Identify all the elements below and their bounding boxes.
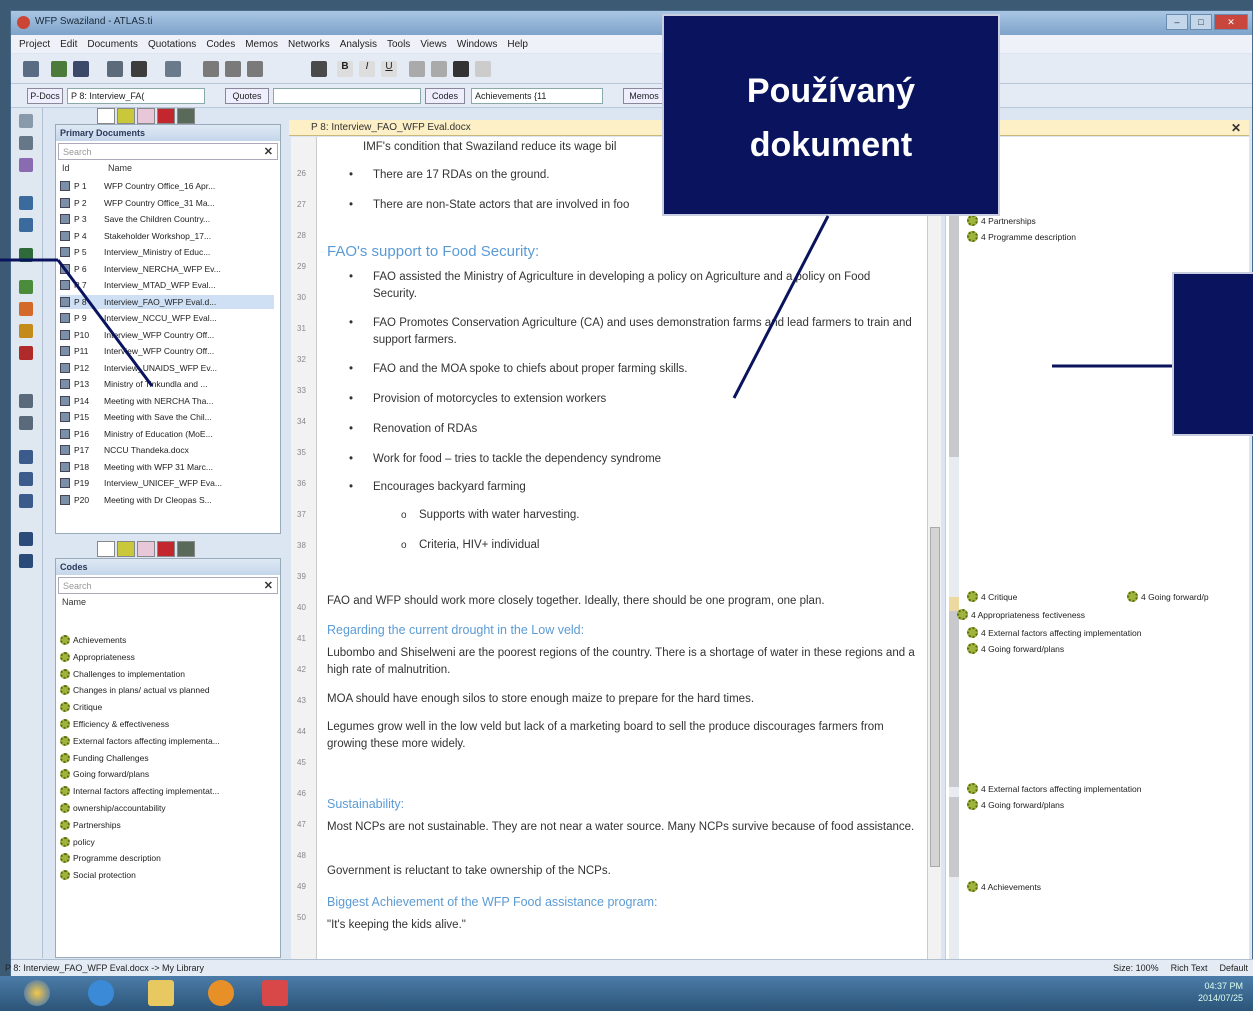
annotation-lines [0,215,1172,399]
annotation-line-left-diag [56,259,154,387]
annotation-line-doc [732,215,830,399]
